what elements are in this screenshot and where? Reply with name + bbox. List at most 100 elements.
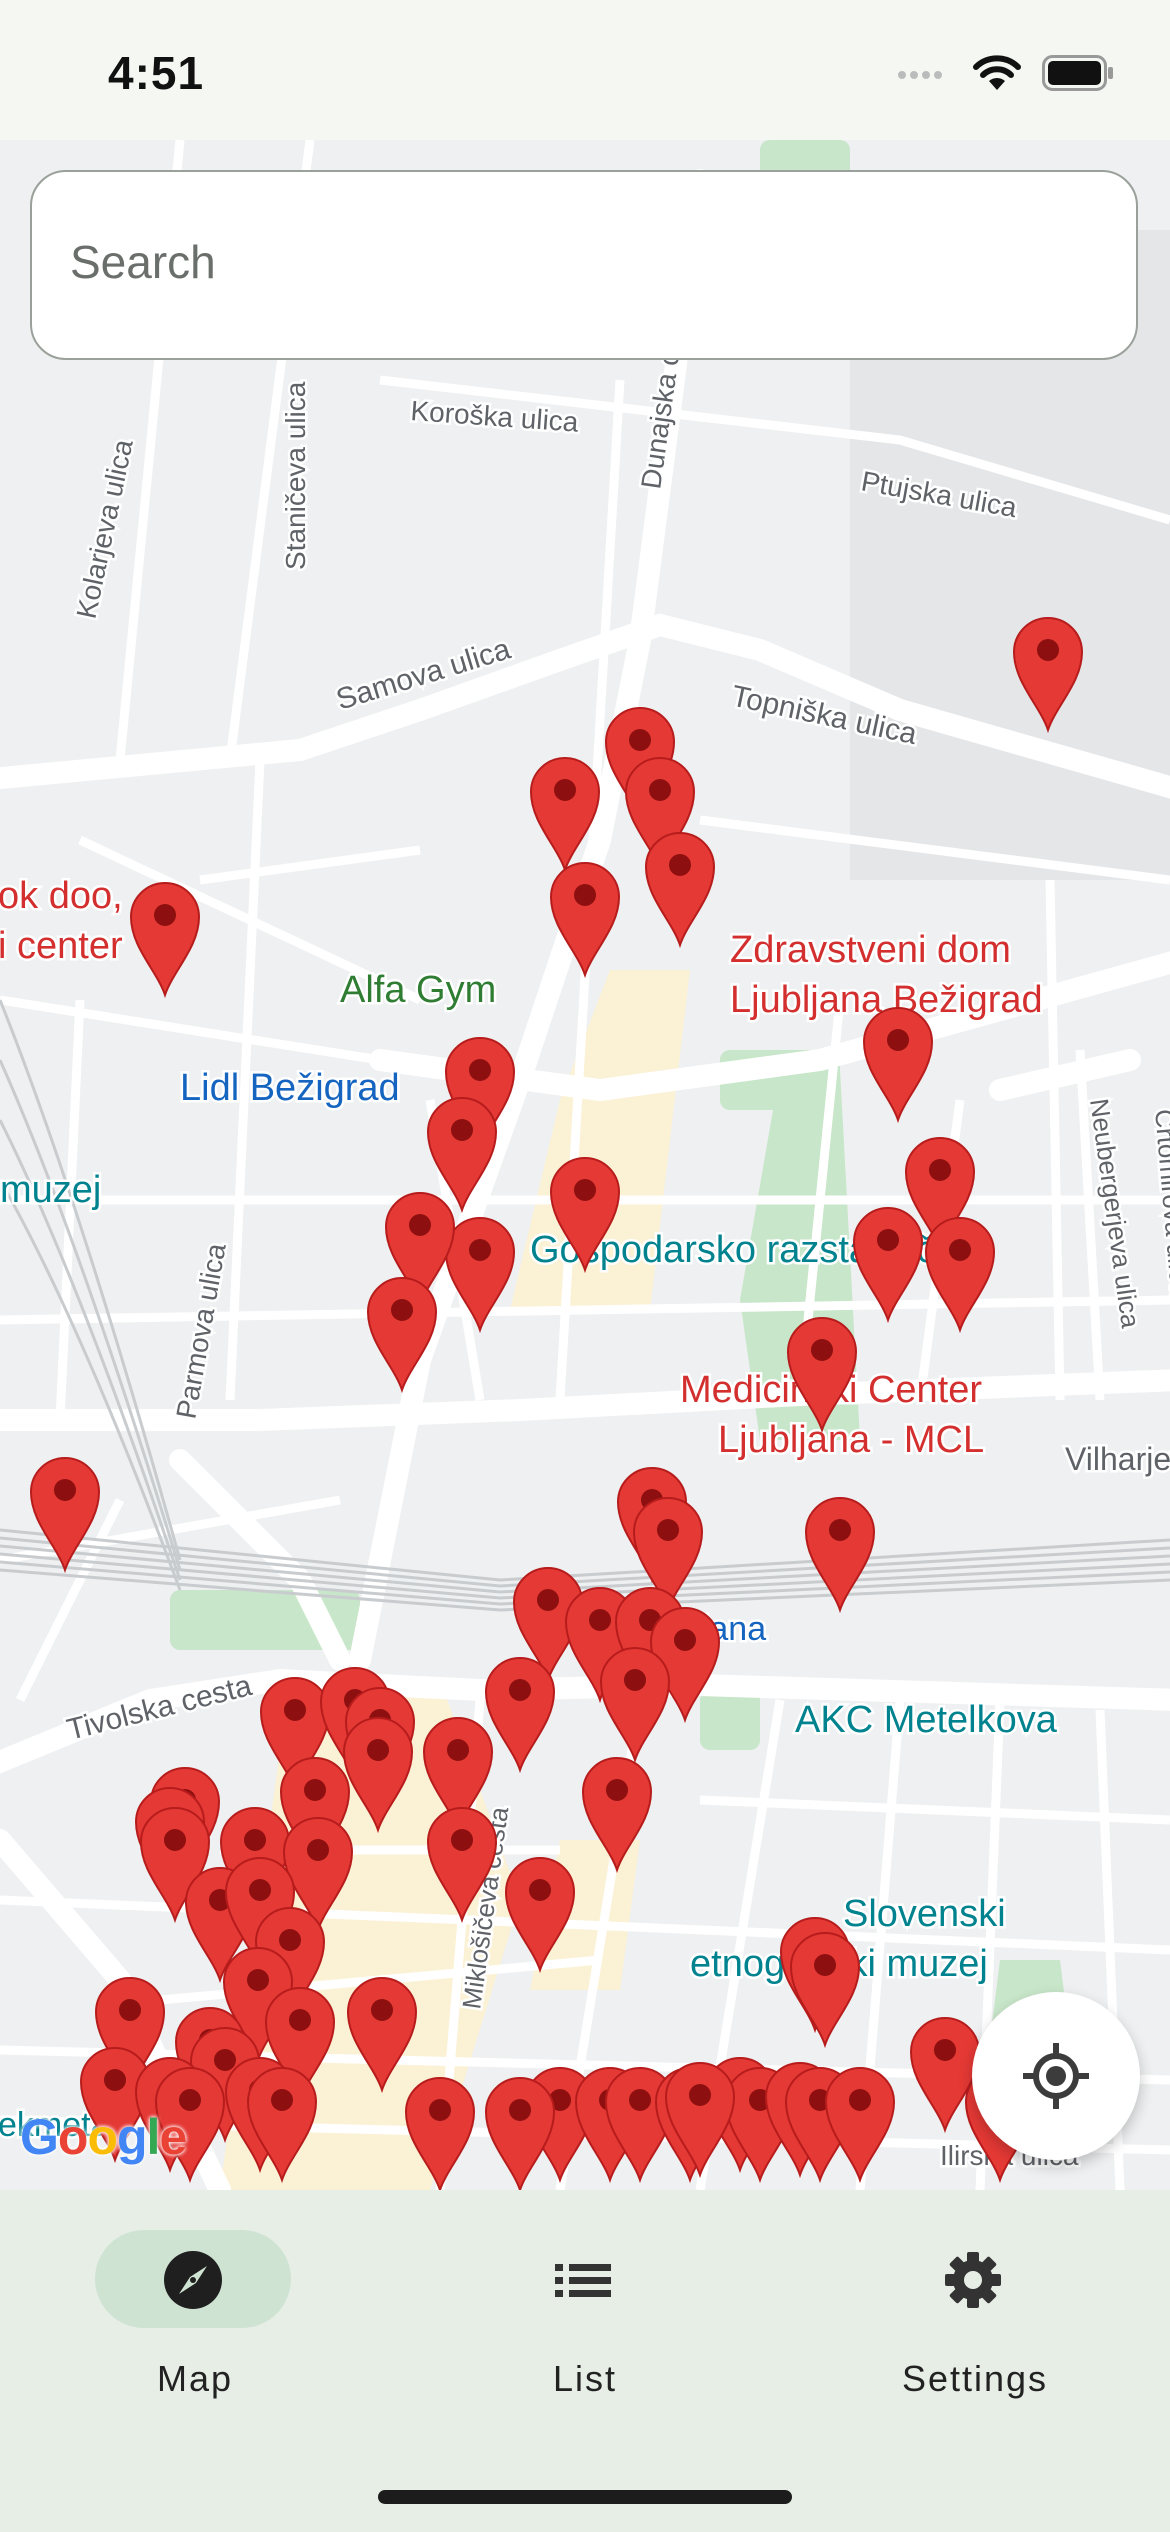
marker-dot — [934, 2039, 956, 2061]
marker-dot — [929, 1159, 951, 1181]
map-view[interactable]: Koroška ulica Ptujska ulica Dunajska c. Sta… — [0, 140, 1170, 2190]
map-marker[interactable] — [664, 2062, 736, 2179]
my-location-button[interactable] — [972, 1992, 1140, 2160]
marker-dot — [669, 854, 691, 876]
marker-dot — [877, 1229, 899, 1251]
nav-label-list: List — [552, 2358, 618, 2399]
street-label: Kolarjeva ulica — [71, 436, 139, 621]
park-area — [700, 1690, 760, 1750]
marker-body — [824, 2067, 896, 2184]
bottom-navigation: Map List Settings — [0, 2190, 1170, 2532]
map-canvas[interactable]: Koroška ulicaPtujska ulicaDunajska c.Sta… — [0, 140, 1170, 2190]
marker-dot — [304, 1779, 326, 1801]
marker-dot — [629, 2089, 651, 2111]
marker-dot — [574, 884, 596, 906]
nav-label-map: Map — [156, 2358, 234, 2399]
map-marker[interactable] — [484, 2077, 556, 2190]
marker-dot — [829, 1519, 851, 1541]
map-marker[interactable] — [129, 882, 201, 999]
marker-body — [484, 1657, 556, 1774]
map-marker[interactable] — [789, 1932, 861, 2049]
marker-dot — [649, 779, 671, 801]
gear-icon — [945, 2252, 1001, 2308]
marker-dot — [271, 2089, 293, 2111]
marker-dot — [689, 2084, 711, 2106]
status-time: 4:51 — [108, 47, 205, 99]
street-label: Vilharjeva — [1065, 1441, 1170, 1477]
nav-item-map[interactable]: Map — [55, 2230, 335, 2410]
marker-dot — [574, 1179, 596, 1201]
nav-item-list[interactable]: List — [445, 2230, 725, 2410]
place-label: Slovenski — [843, 1893, 1006, 1935]
marker-dot — [537, 1589, 559, 1611]
search-bar[interactable] — [30, 170, 1138, 360]
minor-road — [199, 845, 421, 885]
marker-body — [924, 1217, 996, 1334]
marker-dot — [307, 1839, 329, 1861]
marker-dot — [509, 2099, 531, 2121]
major-road — [989, 1049, 1141, 1101]
marker-dot — [469, 1239, 491, 1261]
marker-dot — [284, 1699, 306, 1721]
marker-dot — [629, 729, 651, 751]
marker-dot — [451, 1829, 473, 1851]
marker-dot — [657, 1519, 679, 1541]
marker-dot — [247, 1969, 269, 1991]
marker-dot — [1037, 639, 1059, 661]
marker-dot — [814, 1954, 836, 1976]
marker-dot — [429, 2099, 451, 2121]
street-label: Tivolska cesta — [64, 1669, 256, 1747]
place-label: muzej — [0, 1169, 101, 1211]
marker-body — [664, 2062, 736, 2179]
status-bar: 4:51 — [0, 0, 1170, 140]
search-input[interactable] — [68, 234, 1072, 290]
marker-dot — [554, 779, 576, 801]
my-location-icon — [1023, 2043, 1089, 2109]
marker-dot — [214, 2049, 236, 2071]
compass-icon — [164, 2251, 222, 2309]
minor-road — [1045, 879, 1065, 1401]
map-marker[interactable] — [924, 1217, 996, 1334]
minor-road — [0, 995, 381, 1065]
place-label: Ljubljana - MCL — [718, 1419, 984, 1461]
battery-icon — [1042, 55, 1113, 91]
map-marker[interactable] — [484, 1657, 556, 1774]
status-icons — [896, 54, 1114, 92]
nav-item-settings[interactable]: Settings — [835, 2230, 1115, 2410]
place-label: AKC Metelkova — [795, 1699, 1058, 1741]
marker-dot — [409, 1214, 431, 1236]
marker-dot — [529, 1879, 551, 1901]
marker-body — [599, 1647, 671, 1764]
marker-body — [862, 1007, 934, 1124]
map-marker[interactable] — [644, 832, 716, 949]
marker-dot — [371, 1999, 393, 2021]
marker-body — [644, 832, 716, 949]
marker-dot — [367, 1739, 389, 1761]
street-label: Staničeva ulica — [280, 381, 311, 570]
marker-body — [484, 2077, 556, 2190]
map-marker[interactable] — [862, 1007, 934, 1124]
marker-dot — [589, 1609, 611, 1631]
place-label: i center — [0, 925, 123, 967]
marker-dot — [249, 1879, 271, 1901]
google-attribution: Google — [20, 2109, 187, 2165]
marker-dot — [606, 1779, 628, 1801]
marker-dot — [887, 1029, 909, 1051]
place-label: Alfa Gym — [340, 969, 496, 1011]
cellular-signal-icon — [898, 71, 942, 79]
marker-dot — [469, 1059, 491, 1081]
marker-dot — [289, 2009, 311, 2031]
marker-dot — [391, 1299, 413, 1321]
marker-dot — [279, 1929, 301, 1951]
marker-dot — [949, 1239, 971, 1261]
place-label: Zdravstveni dom — [730, 929, 1011, 971]
marker-dot — [849, 2089, 871, 2111]
map-marker[interactable] — [824, 2067, 896, 2184]
map-marker[interactable] — [599, 1647, 671, 1764]
marker-dot — [164, 1829, 186, 1851]
marker-dot — [154, 904, 176, 926]
marker-dot — [451, 1119, 473, 1141]
marker-dot — [811, 1339, 833, 1361]
home-indicator — [378, 2490, 792, 2504]
street-label: Parmova ulica — [170, 1241, 231, 1422]
